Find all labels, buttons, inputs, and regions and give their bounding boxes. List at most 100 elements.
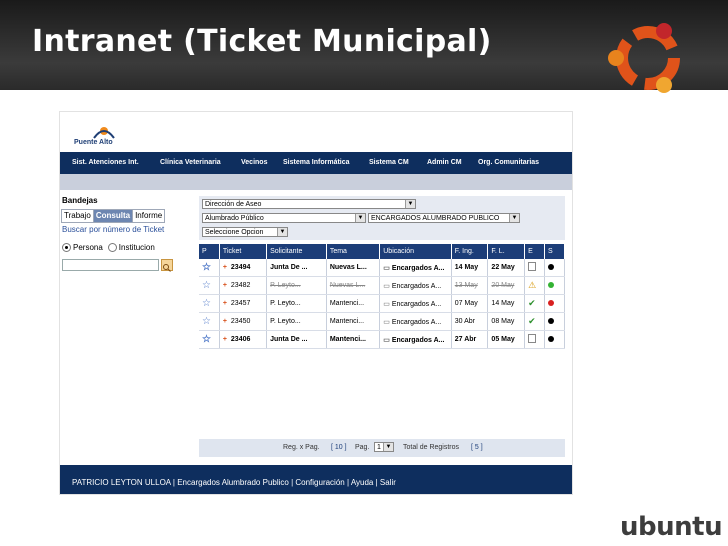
tab-trabajo[interactable]: Trabajo — [62, 210, 94, 222]
status-cell — [544, 330, 565, 349]
radio-persona[interactable] — [62, 243, 71, 252]
nav-item-admin-cm[interactable]: Admin CM — [427, 159, 462, 166]
opcion-select[interactable]: Seleccione Opcion ▼ — [202, 227, 288, 237]
star-icon[interactable]: ☆ — [202, 334, 211, 345]
col-s[interactable]: S — [544, 244, 565, 259]
pager-bar: Reg. x Pag. [ 10 ] Pag. 1 ▼ Total de Regi… — [199, 439, 565, 457]
ticket-number: 23482 — [230, 282, 251, 289]
ticket-number: 23494 — [230, 264, 251, 271]
fecha-limite-cell: 20 May — [487, 276, 526, 295]
search-ticket-link[interactable]: Buscar por número de Ticket — [62, 225, 164, 234]
ubicacion-text: Encargados A... — [391, 300, 442, 308]
nav-item-sistema-cm[interactable]: Sistema CM — [369, 159, 409, 166]
col-ticket[interactable]: Ticket — [219, 244, 268, 259]
chevron-down-icon: ▼ — [405, 200, 415, 208]
table-row[interactable]: ☆ + 23494 Junta De ... Nuevas L... ▭ Encarga… — [199, 259, 565, 277]
nav-item-atenciones[interactable]: Sist. Atenciones Int. — [72, 159, 139, 166]
intranet-app-screenshot: Puente Alto Sist. Atenciones Int. Clínic… — [59, 111, 573, 495]
tab-consulta[interactable]: Consulta — [93, 210, 134, 222]
priority-cell[interactable]: ☆ — [199, 312, 220, 331]
encargados-value: ENCARGADOS ALUMBRADO PUBLICO — [371, 215, 500, 222]
col-solicitante[interactable]: Solicitante — [266, 244, 327, 259]
encargados-select[interactable]: ENCARGADOS ALUMBRADO PUBLICO ▼ — [368, 213, 520, 223]
star-icon[interactable]: ☆ — [202, 262, 211, 273]
check-icon: ✔ — [528, 298, 536, 308]
estado-cell: ✔ — [524, 312, 545, 331]
expand-icon[interactable]: + — [223, 300, 227, 307]
ticket-search-input[interactable] — [62, 259, 159, 271]
col-ubicacion[interactable]: Ubicación — [379, 244, 452, 259]
ubicacion-text: Encargados A... — [391, 318, 442, 326]
reg-per-page-value[interactable]: [ 10 ] — [331, 444, 347, 451]
chevron-down-icon: ▼ — [355, 214, 365, 222]
ticket-cell[interactable]: + 23406 — [219, 330, 268, 349]
table-row[interactable]: ☆ + 23482 P. Leyto... Nuevas L... ▭ Encargad… — [199, 276, 565, 295]
footer-links[interactable]: PATRICIO LEYTON ULLOA | Encargados Alumb… — [72, 478, 396, 487]
ubicacion-cell: ▭ Encargados A... — [379, 330, 452, 349]
ticket-cell[interactable]: + 23494 — [219, 259, 268, 277]
ticket-table: P Ticket Solicitante Tema Ubicación F. I… — [199, 244, 565, 349]
col-tema[interactable]: Tema — [326, 244, 381, 259]
solicitante-cell: P. Leyto... — [266, 294, 327, 313]
sub-bar — [60, 174, 572, 190]
priority-cell[interactable]: ☆ — [199, 294, 220, 313]
fecha-ingreso-cell: 27 Abr — [451, 330, 489, 349]
ubicacion-cell: ▭ Encargados A... — [379, 259, 452, 277]
comment-icon: ▭ — [383, 264, 390, 272]
ubicacion-text: Encargados A... — [391, 336, 445, 344]
expand-icon[interactable]: + — [223, 264, 227, 271]
radio-institucion-label: Institucion — [118, 243, 155, 252]
comment-icon: ▭ — [383, 282, 390, 290]
star-icon[interactable]: ☆ — [202, 316, 211, 327]
area-select[interactable]: Alumbrado Público ▼ — [202, 213, 366, 223]
col-e[interactable]: E — [524, 244, 545, 259]
slide-header: Intranet (Ticket Municipal) — [0, 0, 728, 93]
puente-alto-logo-icon — [93, 127, 115, 139]
col-p[interactable]: P — [199, 244, 220, 259]
star-icon[interactable]: ☆ — [202, 280, 211, 291]
tab-informe[interactable]: Informe — [133, 210, 165, 222]
chevron-down-icon: ▼ — [277, 228, 287, 236]
solicitante-cell: P. Leyto... — [266, 312, 327, 331]
estado-cell — [524, 330, 545, 349]
ticket-number: 23457 — [230, 300, 251, 307]
fecha-ingreso-cell: 30 Abr — [451, 312, 489, 331]
chevron-down-icon: ▼ — [509, 214, 519, 222]
table-row[interactable]: ☆ + 23406 Junta De ... Mantenci... ▭ Encarga… — [199, 330, 565, 349]
ubicacion-cell: ▭ Encargados A... — [379, 312, 452, 331]
radio-institucion[interactable] — [107, 243, 117, 252]
page-select[interactable]: 1 ▼ — [374, 442, 394, 452]
nav-item-vecinos[interactable]: Vecinos — [241, 159, 267, 166]
direccion-select[interactable]: Dirección de Aseo ▼ — [202, 199, 416, 209]
fecha-ingreso-cell: 13 May — [451, 276, 489, 295]
tema-cell: Mantenci... — [326, 330, 381, 349]
table-header-row: P Ticket Solicitante Tema Ubicación F. I… — [199, 244, 565, 259]
search-icon — [163, 264, 171, 272]
ticket-number: 23450 — [230, 318, 251, 325]
expand-icon[interactable]: + — [223, 282, 227, 289]
ticket-cell[interactable]: + 23457 — [219, 294, 268, 313]
priority-cell[interactable]: ☆ — [199, 330, 220, 349]
col-fl[interactable]: F. L. — [487, 244, 526, 259]
priority-cell[interactable]: ☆ — [199, 276, 220, 295]
star-icon[interactable]: ☆ — [202, 298, 211, 309]
page-value: 1 — [377, 444, 381, 451]
search-button[interactable] — [161, 259, 173, 272]
total-records-label: Total de Registros — [403, 444, 460, 451]
status-dot-icon — [548, 317, 554, 324]
ticket-cell[interactable]: + 23482 — [219, 276, 268, 295]
tema-cell: Nuevas L... — [326, 276, 381, 295]
table-row[interactable]: ☆ + 23457 P. Leyto... Mantenci... ▭ Encargad… — [199, 294, 565, 313]
expand-icon[interactable]: + — [223, 336, 227, 343]
nav-item-veterinaria[interactable]: Clínica Veterinaria — [160, 159, 221, 166]
priority-cell[interactable]: ☆ — [199, 259, 220, 277]
nav-item-informatica[interactable]: Sistema Informática — [283, 159, 350, 166]
col-fing[interactable]: F. Ing. — [451, 244, 489, 259]
expand-icon[interactable]: + — [223, 318, 227, 325]
table-row[interactable]: ☆ + 23450 P. Leyto... Mantenci... ▭ Encargad… — [199, 312, 565, 331]
nav-item-org-comunitarias[interactable]: Org. Comunitarias — [478, 159, 539, 166]
ubuntu-logo-icon — [600, 14, 696, 110]
solicitante-cell: Junta De ... — [266, 330, 327, 349]
ticket-cell[interactable]: + 23450 — [219, 312, 268, 331]
filter-panel: Dirección de Aseo ▼ Alumbrado Público ▼ EN… — [199, 196, 565, 240]
